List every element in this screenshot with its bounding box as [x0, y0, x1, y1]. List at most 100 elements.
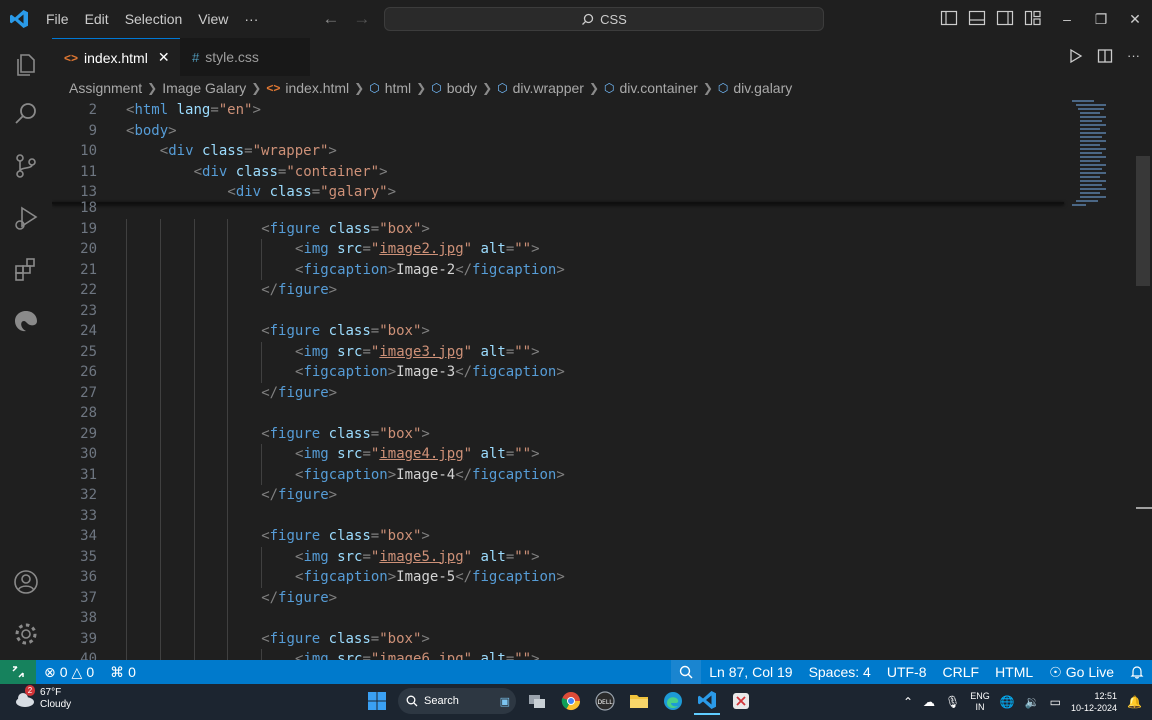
code-line[interactable]: 21 <figcaption>Image-2</figcaption> [52, 259, 1064, 280]
code-line[interactable]: 34 <figure class="box"> [52, 526, 1064, 547]
network-globe-icon[interactable]: 🌐 [1000, 695, 1015, 709]
minimize-icon[interactable]: – [1050, 0, 1084, 38]
source-control-icon[interactable] [12, 152, 40, 180]
code-line[interactable]: 20 <img src="image2.jpg" alt=""> [52, 239, 1064, 260]
code-line[interactable]: 32 </figure> [52, 485, 1064, 506]
code-line[interactable]: 31 <figcaption>Image-4</figcaption> [52, 464, 1064, 485]
breadcrumb-item[interactable]: div.container [619, 80, 697, 96]
code-line[interactable]: 37 </figure> [52, 587, 1064, 608]
code-line[interactable]: 22 </figure> [52, 280, 1064, 301]
chevron-right-icon: ❯ [354, 81, 365, 95]
volume-icon[interactable]: 🔉 [1025, 695, 1040, 709]
code-line[interactable]: 23 [52, 300, 1064, 321]
remote-indicator-icon[interactable] [0, 660, 36, 684]
more-actions-icon[interactable]: ··· [1127, 48, 1140, 64]
code-line[interactable]: 38 [52, 608, 1064, 629]
indentation[interactable]: Spaces: 4 [801, 664, 879, 680]
code-line[interactable]: 40 <img src="image6.jpg" alt=""> [52, 649, 1064, 660]
menu-file[interactable]: File [38, 0, 77, 38]
clock[interactable]: 12:51 10-12-2024 [1071, 690, 1117, 714]
zoom-icon[interactable] [671, 660, 702, 684]
line-ending[interactable]: CRLF [935, 664, 988, 680]
code-line[interactable]: 27 </figure> [52, 382, 1064, 403]
breadcrumb-item[interactable]: html [385, 80, 411, 96]
cloud-sync-icon[interactable]: ☁ [923, 695, 935, 709]
battery-icon[interactable]: ▭ [1050, 695, 1061, 709]
breadcrumb-item[interactable]: body [447, 80, 477, 96]
breadcrumb-item[interactable]: Assignment [69, 80, 142, 96]
encoding[interactable]: UTF-8 [879, 664, 935, 680]
code-line[interactable]: 29 <figure class="box"> [52, 423, 1064, 444]
code-editor[interactable]: 2 <html lang="en"> 9 <body> 10 <div class="wr… [52, 100, 1152, 660]
code-line[interactable]: 39 <figure class="box"> [52, 628, 1064, 649]
code-line[interactable]: 26 <figcaption>Image-3</figcaption> [52, 362, 1064, 383]
code-line[interactable]: 19 <figure class="box"> [52, 218, 1064, 239]
code-line[interactable]: 24 <figure class="box"> [52, 321, 1064, 342]
snipping-tool-icon[interactable] [728, 687, 754, 715]
menu-view[interactable]: View [190, 0, 236, 38]
breadcrumb-item[interactable]: Image Galary [162, 80, 246, 96]
close-window-icon[interactable]: ✕ [1118, 0, 1152, 38]
close-tab-icon[interactable]: ✕ [158, 49, 170, 66]
account-icon[interactable] [12, 568, 40, 596]
notifications-bell-icon[interactable] [1122, 665, 1152, 679]
run-icon[interactable] [1067, 48, 1083, 64]
customize-layout-icon[interactable] [1024, 9, 1042, 27]
chrome-icon[interactable] [558, 687, 584, 715]
vertical-scrollbar-thumb[interactable] [1136, 156, 1150, 286]
code-line[interactable]: 33 [52, 505, 1064, 526]
sticky-code-line[interactable]: 2 <html lang="en"> [52, 100, 1064, 120]
forward-arrow-icon[interactable]: → [353, 9, 370, 29]
windows-start-icon[interactable] [364, 687, 390, 715]
problems-indicator[interactable]: ⊗ 0 △ 0 [36, 664, 102, 681]
cursor-position[interactable]: Ln 87, Col 19 [701, 664, 800, 680]
breadcrumb-item[interactable]: div.galary [733, 80, 792, 96]
code-text: </figure> [261, 282, 338, 298]
menu-more[interactable]: ··· [236, 0, 266, 38]
ports-indicator[interactable]: ⌘ 0 [102, 664, 144, 681]
toggle-secondary-sidebar-icon[interactable] [996, 9, 1014, 27]
weather-widget[interactable]: 2 67°F Cloudy [14, 685, 71, 711]
taskbar-search[interactable]: Search ▣ [398, 688, 516, 714]
sticky-code-line[interactable]: 9 <body> [52, 121, 1064, 141]
code-line[interactable]: 35 <img src="image5.jpg" alt=""> [52, 546, 1064, 567]
search-icon[interactable] [12, 100, 40, 128]
go-live-button[interactable]: ☉ Go Live [1041, 664, 1122, 681]
notification-icon[interactable]: 🔔 [1127, 695, 1142, 709]
file-explorer-icon[interactable] [626, 687, 652, 715]
language-indicator[interactable]: ENG IN [970, 691, 990, 713]
tab-index-html[interactable]: <> index.html ✕ [52, 38, 180, 76]
back-arrow-icon[interactable]: ← [322, 9, 339, 29]
tab-style-css[interactable]: # style.css [180, 38, 310, 76]
edge-icon[interactable] [660, 687, 686, 715]
task-view-icon[interactable] [524, 687, 550, 715]
restore-icon[interactable]: ❐ [1084, 0, 1118, 38]
microphone-icon[interactable]: 🎙 [945, 695, 960, 709]
code-line[interactable]: 36 <figcaption>Image-5</figcaption> [52, 567, 1064, 588]
breadcrumb-item[interactable]: index.html [285, 80, 349, 96]
settings-gear-icon[interactable] [12, 620, 40, 648]
code-line[interactable]: 28 [52, 403, 1064, 424]
run-debug-icon[interactable] [12, 204, 40, 232]
toggle-panel-icon[interactable] [968, 9, 986, 27]
menu-selection[interactable]: Selection [117, 0, 191, 38]
breadcrumb-item[interactable]: div.wrapper [513, 80, 584, 96]
chevron-right-icon: ❯ [147, 81, 158, 95]
command-center[interactable]: CSS [384, 7, 824, 31]
minimap[interactable] [1068, 100, 1138, 220]
dell-app-icon[interactable]: DELL [592, 687, 618, 715]
explorer-icon[interactable] [12, 50, 40, 78]
menu-edit[interactable]: Edit [77, 0, 117, 38]
edge-devtools-icon[interactable] [12, 308, 40, 336]
code-line[interactable]: 18 [52, 198, 1064, 218]
code-line[interactable]: 25 <img src="image3.jpg" alt=""> [52, 341, 1064, 362]
extensions-icon[interactable] [12, 256, 40, 284]
split-editor-icon[interactable] [1097, 48, 1113, 64]
sticky-code-line[interactable]: 11 <div class="container"> [52, 162, 1064, 182]
sticky-code-line[interactable]: 10 <div class="wrapper"> [52, 141, 1064, 161]
chevron-up-icon[interactable]: ⌃ [903, 695, 913, 709]
code-line[interactable]: 30 <img src="image4.jpg" alt=""> [52, 444, 1064, 465]
language-mode[interactable]: HTML [987, 664, 1041, 680]
toggle-primary-sidebar-icon[interactable] [940, 9, 958, 27]
vscode-taskbar-icon[interactable] [694, 687, 720, 715]
